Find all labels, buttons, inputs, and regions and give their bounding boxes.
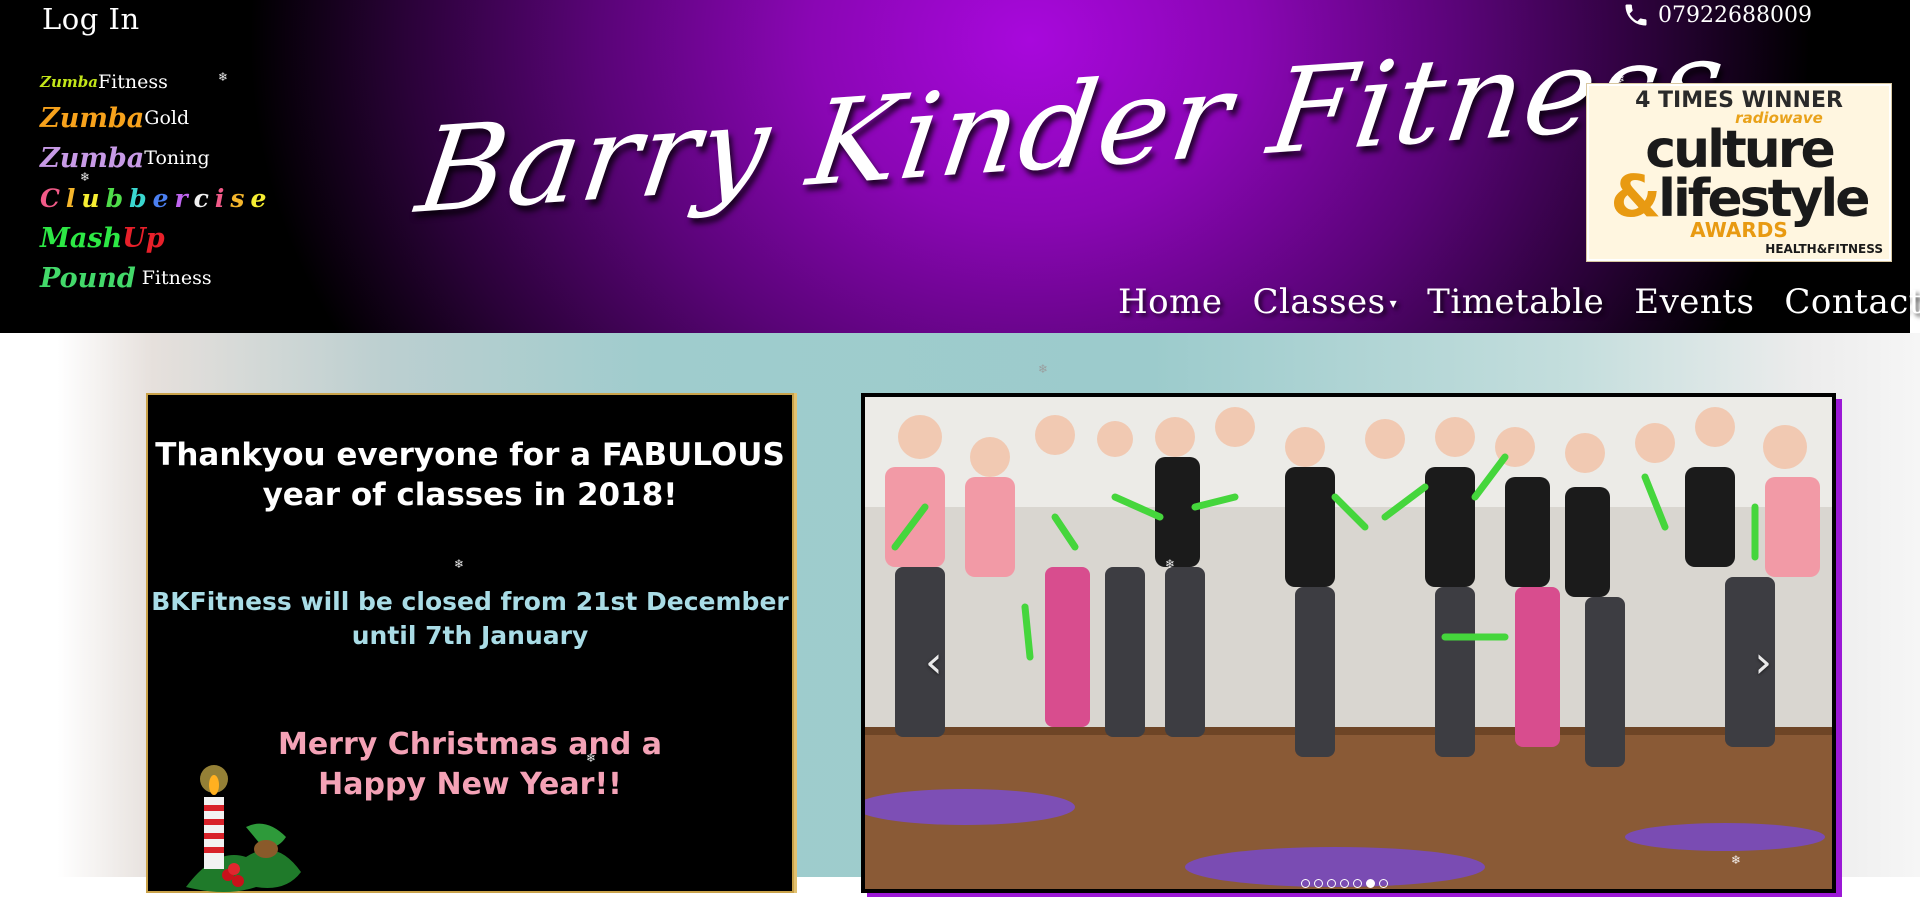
clubbercise-letter: s [230,183,251,213]
slideshow-indicator-dot[interactable] [1353,879,1362,888]
mashup-brand-a: Mash [40,222,123,254]
notice-title-line1: Thankyou everyone for a FABULOUS [155,437,785,473]
slideshow-indicator-dot[interactable] [1379,879,1388,888]
class-list: Zumba Fitness Zumba Gold Zumba Toning Cl… [40,66,272,298]
slideshow-next-button[interactable]: › [1754,637,1772,688]
class-item-pound-fitness[interactable]: Pound Fitness [40,258,272,298]
slideshow-indicator-dot[interactable] [1366,879,1375,888]
login-link[interactable]: Log In [42,2,140,36]
clubbercise-letter: C [40,183,66,213]
slideshow-indicators [1301,879,1388,888]
slideshow-indicator-dot[interactable] [1327,879,1336,888]
clubbercise-letter: c [193,183,215,213]
notice-closed-line2: until 7th January [351,621,589,650]
snowflake-icon: ❄ [1615,72,1626,86]
nav-contact[interactable]: Contact [1784,282,1920,322]
nav-timetable[interactable]: Timetable [1427,282,1604,322]
clubbercise-letter: l [65,183,82,213]
zumba-brand: Zumba [40,102,145,134]
class-suffix: Toning [144,147,210,169]
photo-slideshow[interactable]: ‹ › ❄ ❄ [861,393,1836,893]
nav-home[interactable]: Home [1118,282,1222,322]
snowflake-icon: ❄ [218,70,229,84]
class-suffix: Fitness [97,71,168,93]
snowflake-icon: ❄ [1165,557,1176,571]
clubbercise-letter: r [174,183,194,213]
main-nav: Home Classes ▾ Timetable Events Contact [1118,282,1920,322]
zumba-brand: Zumba [40,73,98,91]
nav-events[interactable]: Events [1634,282,1754,322]
award-lifestyle: &lifestyle [1589,167,1889,225]
class-group-photo [865,397,1832,889]
snowflake-icon: ❄ [1731,853,1742,867]
slideshow-indicator-dot[interactable] [1301,879,1310,888]
snowflake-icon: ❄ [1038,362,1049,376]
award-badge: 4 TIMES WINNER radiowave culture &lifest… [1587,84,1891,261]
notice-panel: Thankyou everyone for a FABULOUS year of… [146,393,794,893]
nav-classes-label: Classes [1252,282,1386,322]
slideshow-indicator-dot[interactable] [1314,879,1323,888]
zumba-brand: Zumba [40,142,145,174]
slideshow-prev-button[interactable]: ‹ [925,637,943,688]
award-line5: HEALTH&FITNESS [1765,242,1883,256]
christmas-candle-icon [186,765,301,892]
site-header: Log In 07922688009 Zumba Fitness Zumba G… [0,0,1920,333]
slideshow-indicator-dot[interactable] [1340,879,1349,888]
clubbercise-letter: e [152,183,175,213]
logo-text: Barry Kinder Fitness [409,12,1735,240]
class-suffix: Gold [144,107,190,129]
snowflake-icon: ❄ [80,170,91,184]
clubbercise-letter: u [81,183,106,213]
notice-title-line2: year of classes in 2018! [262,477,678,513]
snowflake-icon: ❄ [586,751,597,765]
clubbercise-brand: Clubbercise [40,184,272,213]
class-item-mashup[interactable]: Mash Up [40,218,272,258]
mashup-brand-b: Up [122,222,165,254]
class-item-clubbercise[interactable]: Clubbercise [40,178,272,218]
class-suffix: Fitness [141,267,212,289]
class-item-zumba-gold[interactable]: Zumba Gold [40,98,272,138]
snowflake-icon: ❄ [454,557,465,571]
clubbercise-letter: i [214,183,231,213]
class-item-zumba-toning[interactable]: Zumba Toning [40,138,272,178]
nav-classes[interactable]: Classes ▾ [1252,282,1397,322]
award-amp: & [1610,162,1662,230]
notice-title: Thankyou everyone for a FABULOUS year of… [148,435,792,515]
pound-brand: Pound [40,262,136,294]
notice-closed-line1: BKFitness will be closed from 21st Decem… [151,587,789,616]
clubbercise-letter: e [250,183,273,213]
chevron-down-icon: ▾ [1389,296,1398,312]
clubbercise-letter: b [105,183,130,213]
notice-closed: BKFitness will be closed from 21st Decem… [148,585,792,653]
class-item-zumba-fitness[interactable]: Zumba Fitness [40,66,272,98]
clubbercise-letter: b [129,183,153,213]
